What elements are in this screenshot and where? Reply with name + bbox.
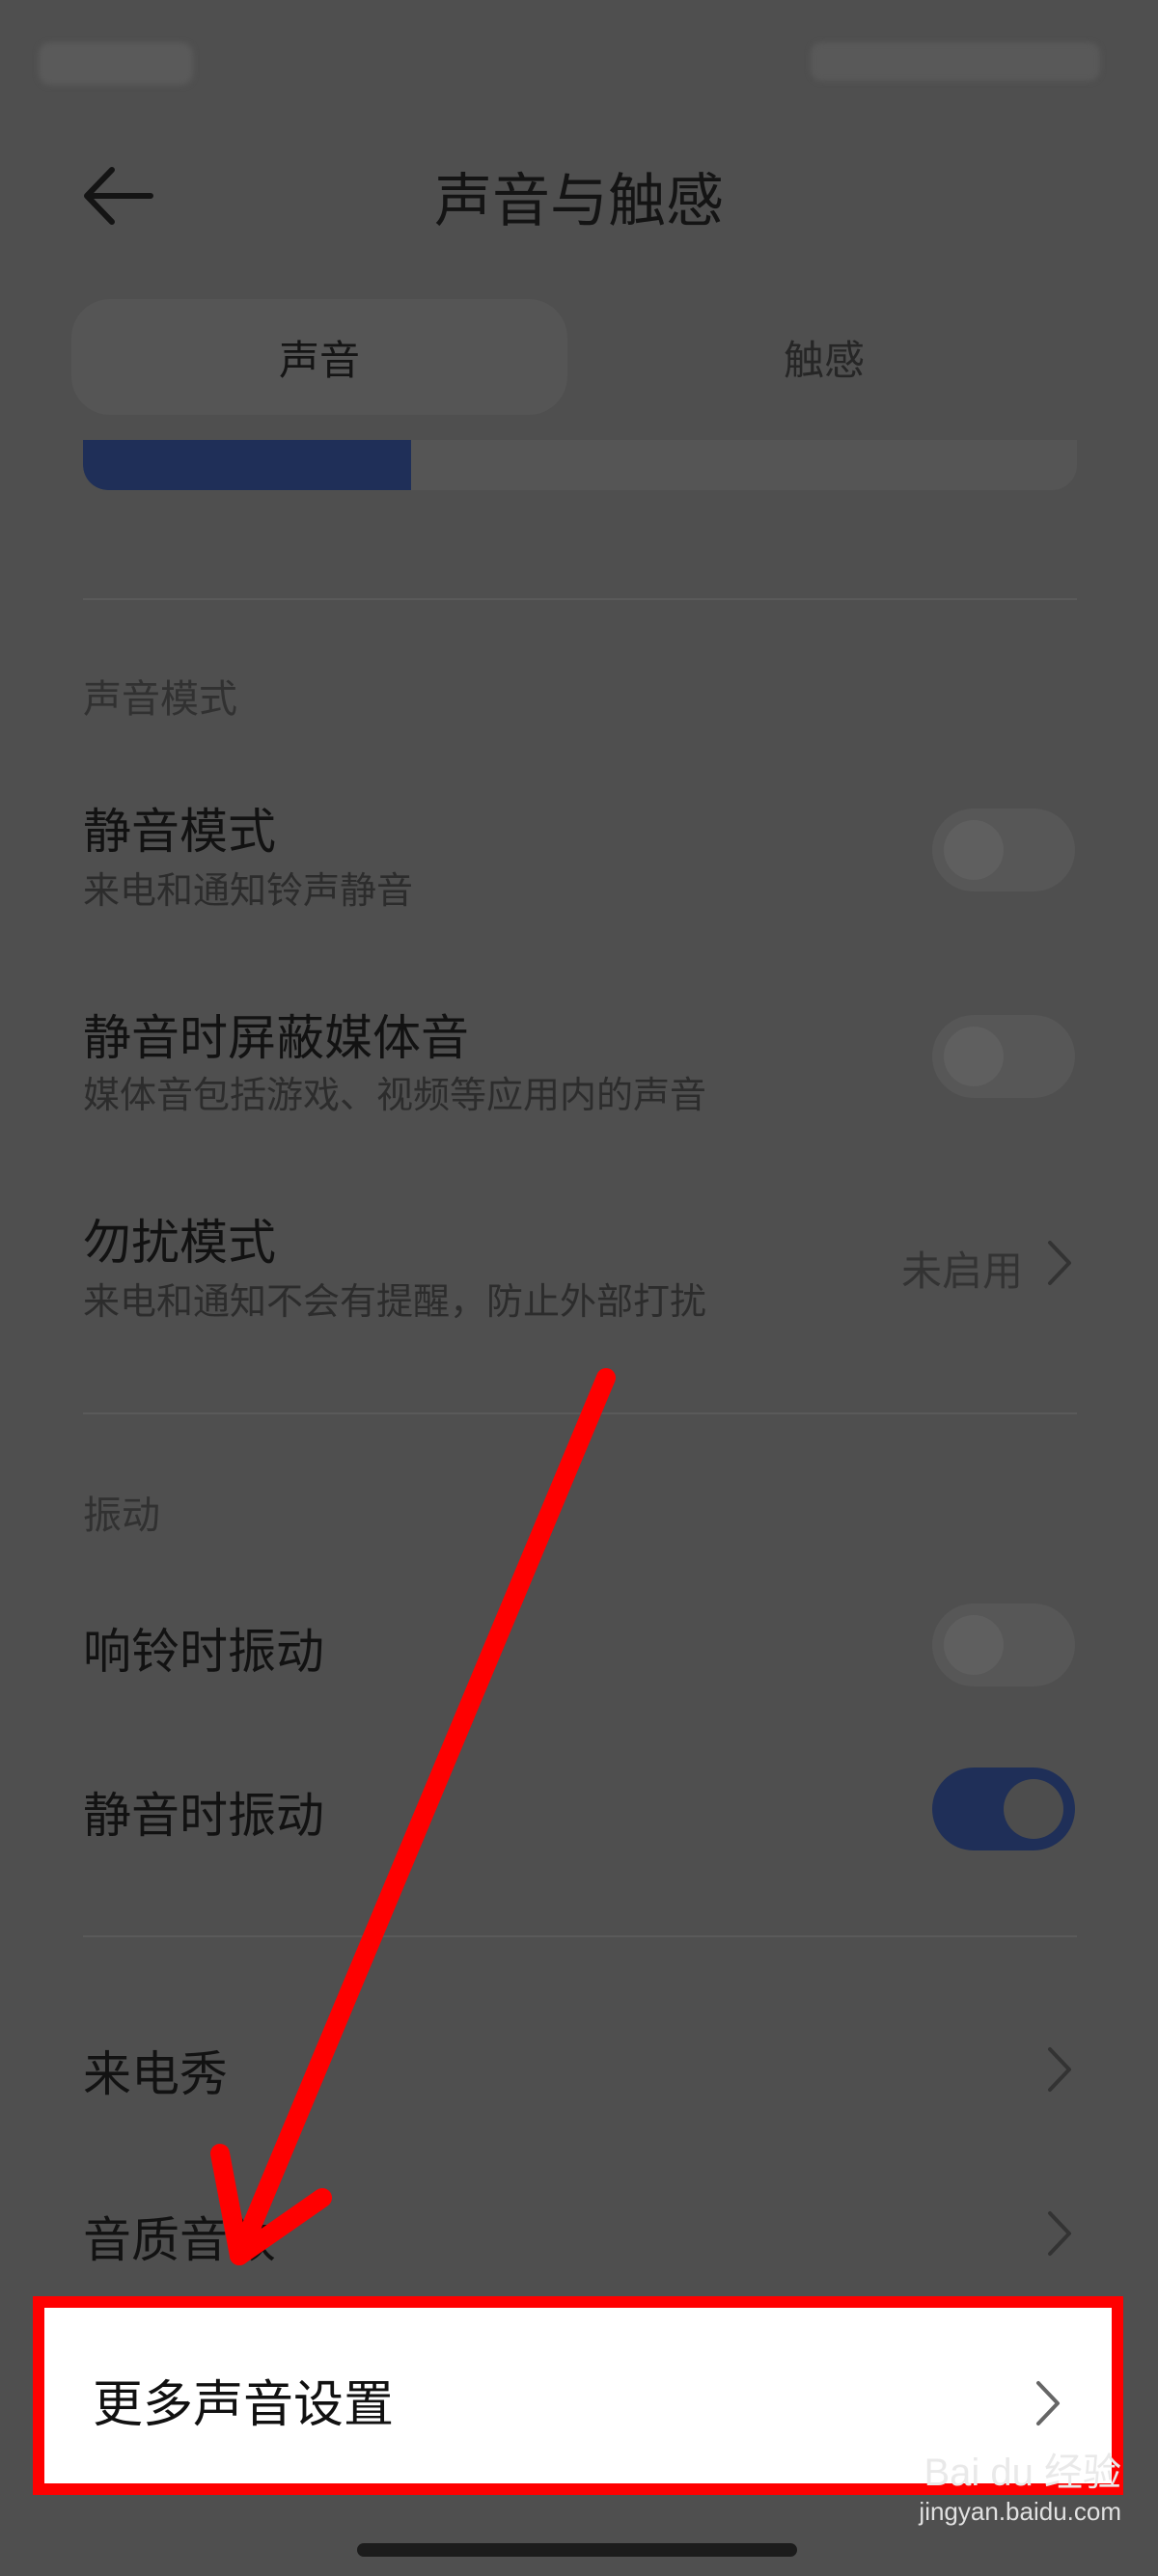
watermark-brand: Bai du 经验	[924, 2452, 1121, 2494]
watermark: Bai du 经验 jingyan.baidu.com	[919, 2441, 1121, 2527]
annotation-arrow-icon	[210, 1368, 616, 2265]
home-indicator[interactable]	[357, 2543, 797, 2557]
watermark-url: jingyan.baidu.com	[919, 2497, 1121, 2526]
